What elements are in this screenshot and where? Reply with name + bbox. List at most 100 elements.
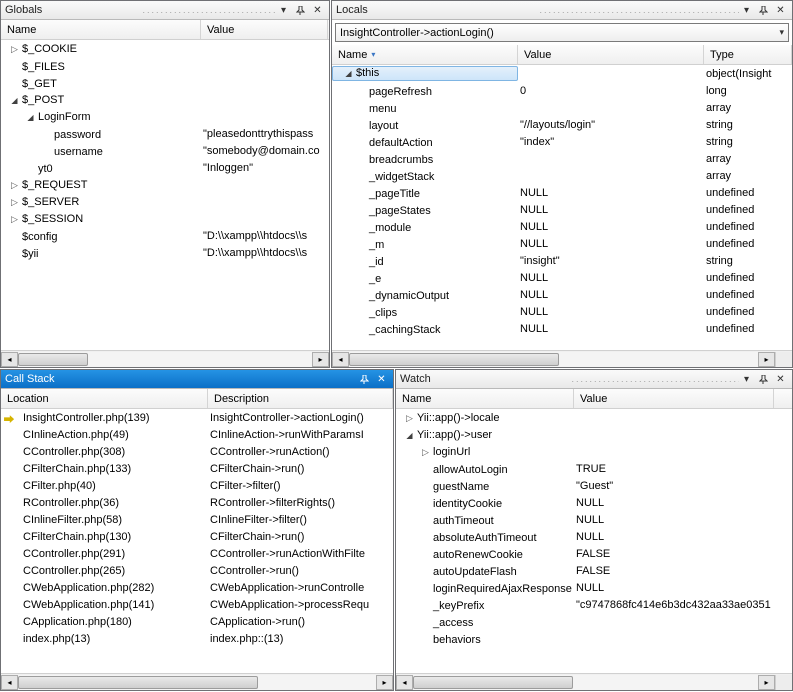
close-icon[interactable]: ✕ xyxy=(310,3,325,18)
stack-frame[interactable]: CApplication.php(180)CApplication->run() xyxy=(1,613,393,630)
tree-row[interactable]: behaviors xyxy=(396,630,792,647)
callstack-hscroll[interactable]: ◂ ▸ xyxy=(1,673,393,690)
col-value[interactable]: Value xyxy=(574,389,774,408)
tree-row[interactable]: ▷loginUrl xyxy=(396,443,792,460)
stack-frame[interactable]: CWebApplication.php(282)CWebApplication-… xyxy=(1,579,393,596)
tree-row[interactable]: _mNULLundefined xyxy=(332,235,792,252)
stack-frame[interactable]: CInlineFilter.php(58)CInlineFilter->filt… xyxy=(1,511,393,528)
dropdown-icon[interactable]: ▾ xyxy=(739,372,754,387)
tree-row[interactable]: username"somebody@domain.co xyxy=(1,142,329,159)
tree-row[interactable]: identityCookieNULL xyxy=(396,494,792,511)
expand-icon[interactable]: ▷ xyxy=(404,413,415,424)
pin-icon[interactable] xyxy=(756,3,771,18)
tree-row[interactable]: $yii"D:\\xampp\\htdocs\\s xyxy=(1,244,329,261)
scroll-track[interactable] xyxy=(18,675,376,690)
tree-row[interactable]: _eNULLundefined xyxy=(332,269,792,286)
locals-tree[interactable]: ◢$thisobject(InsightpageRefresh0longmenu… xyxy=(332,65,792,350)
stack-frame[interactable]: InsightController.php(139)InsightControl… xyxy=(1,409,393,426)
scroll-right-icon[interactable]: ▸ xyxy=(758,352,775,367)
locals-hscroll[interactable]: ◂ ▸ xyxy=(332,350,792,367)
watch-tree[interactable]: ▷Yii::app()->locale◢Yii::app()->user▷log… xyxy=(396,409,792,673)
tree-row[interactable]: _clipsNULLundefined xyxy=(332,303,792,320)
col-name[interactable]: Name▾ xyxy=(332,45,518,64)
col-value[interactable]: Value xyxy=(518,45,704,64)
scroll-left-icon[interactable]: ◂ xyxy=(396,675,413,690)
callstack-list[interactable]: InsightController.php(139)InsightControl… xyxy=(1,409,393,673)
tree-row[interactable]: breadcrumbsarray xyxy=(332,150,792,167)
scroll-track[interactable] xyxy=(18,352,312,367)
pin-icon[interactable] xyxy=(756,372,771,387)
scope-combo[interactable]: InsightController->actionLogin() ▾ xyxy=(335,23,789,42)
scroll-right-icon[interactable]: ▸ xyxy=(312,352,329,367)
scroll-thumb[interactable] xyxy=(18,676,258,689)
tree-row[interactable]: pageRefresh0long xyxy=(332,82,792,99)
collapse-icon[interactable]: ◢ xyxy=(404,430,415,441)
tree-row[interactable]: authTimeoutNULL xyxy=(396,511,792,528)
tree-row[interactable]: ▷$_COOKIE xyxy=(1,40,329,57)
locals-header[interactable]: Locals .................................… xyxy=(332,1,792,20)
tree-row[interactable]: _dynamicOutputNULLundefined xyxy=(332,286,792,303)
tree-row[interactable]: yt0"Inloggen" xyxy=(1,159,329,176)
stack-frame[interactable]: CController.php(291)CController->runActi… xyxy=(1,545,393,562)
collapse-icon[interactable]: ◢ xyxy=(343,68,354,79)
tree-row[interactable]: _cachingStackNULLundefined xyxy=(332,320,792,337)
stack-frame[interactable]: index.php(13)index.php::(13) xyxy=(1,630,393,647)
stack-frame[interactable]: CWebApplication.php(141)CWebApplication-… xyxy=(1,596,393,613)
scroll-left-icon[interactable]: ◂ xyxy=(332,352,349,367)
col-value[interactable]: Value xyxy=(201,20,328,39)
tree-row[interactable]: $_GET xyxy=(1,74,329,91)
watch-hscroll[interactable]: ◂ ▸ xyxy=(396,673,792,690)
scroll-track[interactable] xyxy=(413,675,758,690)
stack-frame[interactable]: CFilterChain.php(133)CFilterChain->run() xyxy=(1,460,393,477)
scroll-left-icon[interactable]: ◂ xyxy=(1,675,18,690)
expand-icon[interactable]: ▷ xyxy=(9,197,20,208)
tree-row[interactable]: $config"D:\\xampp\\htdocs\\s xyxy=(1,227,329,244)
scroll-right-icon[interactable]: ▸ xyxy=(758,675,775,690)
expand-icon[interactable]: ▷ xyxy=(9,214,20,225)
dropdown-icon[interactable]: ▾ xyxy=(276,3,291,18)
tree-row[interactable]: ▷$_SERVER xyxy=(1,193,329,210)
tree-row[interactable]: menuarray xyxy=(332,99,792,116)
tree-row[interactable]: _moduleNULLundefined xyxy=(332,218,792,235)
tree-row[interactable]: autoUpdateFlashFALSE xyxy=(396,562,792,579)
tree-row[interactable]: $_FILES xyxy=(1,57,329,74)
tree-row[interactable]: ▷$_SESSION xyxy=(1,210,329,227)
expand-icon[interactable]: ▷ xyxy=(9,180,20,191)
globals-hscroll[interactable]: ◂ ▸ xyxy=(1,350,329,367)
tree-row[interactable]: password"pleasedonttrythispass xyxy=(1,125,329,142)
col-name[interactable]: Name xyxy=(1,20,201,39)
scroll-left-icon[interactable]: ◂ xyxy=(1,352,18,367)
col-description[interactable]: Description xyxy=(208,389,393,408)
tree-row[interactable]: loginRequiredAjaxResponseNULL xyxy=(396,579,792,596)
close-icon[interactable]: ✕ xyxy=(374,372,389,387)
tree-row[interactable]: layout"//layouts/login"string xyxy=(332,116,792,133)
tree-row[interactable]: _access xyxy=(396,613,792,630)
callstack-header[interactable]: Call Stack ✕ xyxy=(1,370,393,389)
col-type[interactable]: Type xyxy=(704,45,792,64)
tree-row[interactable]: allowAutoLoginTRUE xyxy=(396,460,792,477)
stack-frame[interactable]: CController.php(265)CController->run() xyxy=(1,562,393,579)
dropdown-icon[interactable]: ▾ xyxy=(739,3,754,18)
globals-tree[interactable]: ▷$_COOKIE$_FILES$_GET◢$_POST◢LoginFormpa… xyxy=(1,40,329,350)
expand-icon[interactable]: ▷ xyxy=(420,447,431,458)
tree-row[interactable]: autoRenewCookieFALSE xyxy=(396,545,792,562)
close-icon[interactable]: ✕ xyxy=(773,372,788,387)
tree-row[interactable]: ▷$_REQUEST xyxy=(1,176,329,193)
stack-frame[interactable]: CInlineAction.php(49)CInlineAction->runW… xyxy=(1,426,393,443)
tree-row[interactable]: ◢$_POST xyxy=(1,91,329,108)
tree-row[interactable]: guestName"Guest" xyxy=(396,477,792,494)
close-icon[interactable]: ✕ xyxy=(773,3,788,18)
tree-row[interactable]: ▷Yii::app()->locale xyxy=(396,409,792,426)
scroll-track[interactable] xyxy=(349,352,758,367)
globals-header[interactable]: Globals ................................… xyxy=(1,1,329,20)
col-name[interactable]: Name xyxy=(396,389,574,408)
col-location[interactable]: Location xyxy=(1,389,208,408)
tree-row[interactable]: _widgetStackarray xyxy=(332,167,792,184)
tree-row[interactable]: defaultAction"index"string xyxy=(332,133,792,150)
stack-frame[interactable]: CController.php(308)CController->runActi… xyxy=(1,443,393,460)
scroll-thumb[interactable] xyxy=(349,353,559,366)
tree-row[interactable]: ◢LoginForm xyxy=(1,108,329,125)
watch-header[interactable]: Watch ..................................… xyxy=(396,370,792,389)
collapse-icon[interactable]: ◢ xyxy=(9,95,20,106)
scroll-right-icon[interactable]: ▸ xyxy=(376,675,393,690)
